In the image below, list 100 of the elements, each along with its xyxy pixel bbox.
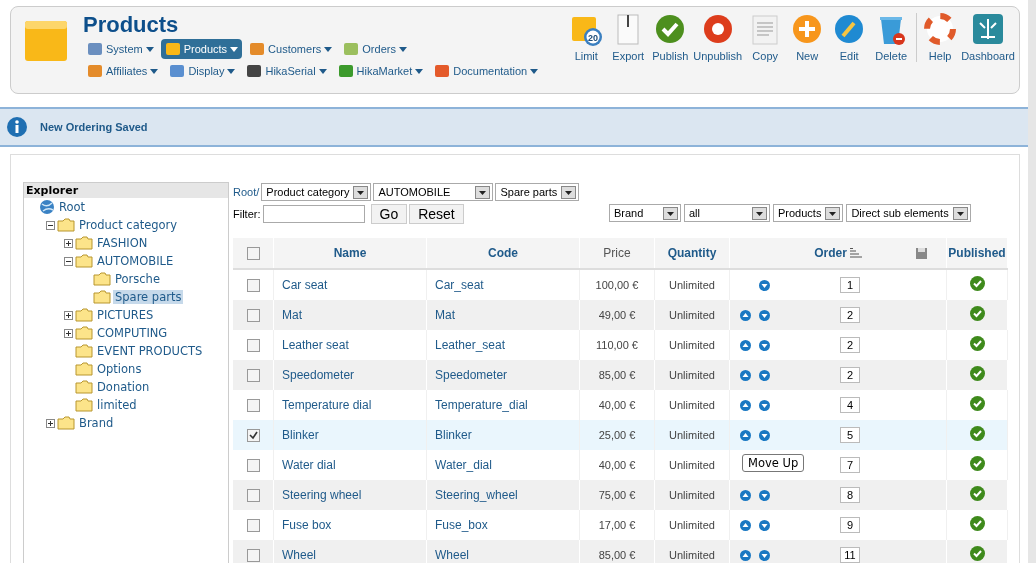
row-checkbox[interactable] — [246, 459, 260, 473]
sort-icon[interactable] — [849, 248, 862, 258]
move-up-icon[interactable] — [740, 549, 751, 561]
move-down-icon[interactable] — [759, 369, 770, 381]
column-header[interactable]: Order — [814, 246, 847, 260]
tree-item[interactable]: PICTURES — [95, 308, 156, 322]
filter-select[interactable]: all — [684, 204, 770, 222]
product-code-link[interactable]: Wheel — [435, 548, 469, 562]
toolbar-button[interactable]: Dashboard — [959, 13, 1017, 62]
product-code-link[interactable]: Car_seat — [435, 278, 484, 292]
order-input[interactable]: 8 — [840, 487, 860, 503]
category-select[interactable]: Spare parts — [495, 183, 580, 201]
tree-item[interactable]: Options — [95, 362, 144, 376]
row-checkbox[interactable] — [246, 309, 260, 323]
tree-item[interactable]: AUTOMOBILE — [95, 254, 176, 268]
move-up-icon[interactable] — [740, 519, 751, 531]
row-checkbox[interactable] — [246, 549, 260, 563]
column-header[interactable]: Name — [333, 246, 367, 260]
move-down-icon[interactable] — [759, 309, 770, 321]
checkmark-icon[interactable] — [969, 276, 985, 291]
order-input[interactable]: 4 — [840, 397, 860, 413]
filter-select[interactable]: Brand — [609, 204, 681, 222]
menu-item[interactable]: Products — [160, 39, 243, 59]
toolbar-button[interactable]: Help — [916, 13, 960, 62]
product-code-link[interactable]: Mat — [435, 308, 455, 322]
menu-item[interactable]: System — [83, 39, 158, 59]
menu-item[interactable]: HikaSerial — [242, 61, 331, 81]
breadcrumb-link[interactable]: Root/ — [233, 186, 260, 198]
move-up-icon[interactable] — [740, 429, 751, 441]
collapse-icon[interactable] — [64, 256, 73, 266]
toolbar-button[interactable]: Publish — [649, 13, 692, 62]
product-name-link[interactable]: Mat — [282, 308, 302, 322]
order-input[interactable]: 7 — [840, 457, 860, 473]
move-down-icon[interactable] — [759, 279, 770, 291]
collapse-icon[interactable] — [46, 220, 55, 230]
checkmark-icon[interactable] — [969, 306, 985, 321]
tree-item[interactable]: limited — [95, 398, 139, 412]
filter-select[interactable]: Products — [773, 204, 844, 222]
move-up-icon[interactable] — [740, 399, 751, 411]
order-input[interactable]: 2 — [840, 307, 860, 323]
product-name-link[interactable]: Blinker — [282, 428, 319, 442]
move-up-icon[interactable] — [740, 309, 751, 321]
move-up-icon[interactable] — [740, 489, 751, 501]
save-icon[interactable] — [915, 246, 928, 260]
tree-item[interactable]: FASHION — [95, 236, 150, 250]
product-code-link[interactable]: Fuse_box — [435, 518, 488, 532]
order-input[interactable]: 9 — [840, 517, 860, 533]
product-name-link[interactable]: Fuse box — [282, 518, 332, 532]
move-down-icon[interactable] — [759, 519, 770, 531]
tree-item[interactable]: Porsche — [113, 272, 162, 286]
move-down-icon[interactable] — [759, 429, 770, 441]
product-code-link[interactable]: Temperature_dial — [435, 398, 528, 412]
order-input[interactable]: 11 — [840, 547, 860, 563]
checkmark-icon[interactable] — [969, 486, 985, 501]
menu-item[interactable]: Documentation — [430, 61, 543, 81]
filter-input[interactable] — [262, 205, 365, 223]
checkmark-icon[interactable] — [969, 516, 985, 531]
tree-item[interactable]: Product category — [77, 218, 180, 232]
toolbar-button[interactable]: Delete — [870, 13, 913, 62]
row-checkbox[interactable] — [246, 279, 260, 293]
checkmark-icon[interactable] — [969, 426, 985, 441]
order-input[interactable]: 2 — [840, 367, 860, 383]
product-name-link[interactable]: Car seat — [282, 278, 328, 292]
filter-button[interactable]: Reset — [409, 204, 464, 224]
move-down-icon[interactable] — [759, 489, 770, 501]
product-name-link[interactable]: Leather seat — [282, 338, 349, 352]
product-name-link[interactable]: Water dial — [282, 458, 336, 472]
row-checkbox[interactable] — [246, 399, 260, 413]
product-name-link[interactable]: Temperature dial — [282, 398, 372, 412]
order-input[interactable]: 2 — [840, 337, 860, 353]
move-down-icon[interactable] — [759, 549, 770, 561]
tree-item[interactable]: Brand — [77, 416, 116, 430]
product-code-link[interactable]: Water_dial — [435, 458, 492, 472]
toolbar-button[interactable]: Copy — [744, 13, 787, 62]
tree-item[interactable]: COMPUTING — [95, 326, 170, 340]
product-name-link[interactable]: Wheel — [282, 548, 316, 562]
move-up-icon[interactable] — [740, 369, 751, 381]
checkmark-icon[interactable] — [969, 456, 985, 471]
tree-item[interactable]: EVENT PRODUCTS — [95, 344, 205, 358]
order-input[interactable]: 5 — [840, 427, 860, 443]
move-down-icon[interactable] — [759, 399, 770, 411]
expand-icon[interactable] — [64, 238, 73, 248]
toolbar-button[interactable]: Export — [607, 13, 650, 62]
row-checkbox[interactable] — [246, 369, 260, 383]
move-down-icon[interactable] — [759, 339, 770, 351]
expand-icon[interactable] — [64, 310, 73, 320]
toolbar-button[interactable]: Unpublish — [691, 13, 745, 62]
checkmark-icon[interactable] — [969, 396, 985, 411]
row-checkbox[interactable] — [246, 489, 260, 503]
move-up-icon[interactable] — [740, 339, 751, 351]
tree-item[interactable]: Root — [57, 200, 88, 214]
column-header[interactable]: Code — [488, 246, 518, 260]
menu-item[interactable]: Affiliates — [83, 61, 163, 81]
toolbar-button[interactable]: New — [786, 13, 829, 62]
toolbar-button[interactable]: 20 Limit — [565, 13, 608, 62]
checkmark-icon[interactable] — [969, 546, 985, 561]
row-checkbox[interactable] — [246, 429, 260, 443]
category-select[interactable]: AUTOMOBILE — [373, 183, 494, 201]
category-select[interactable]: Product category — [261, 183, 372, 201]
tree-item[interactable]: Spare parts — [113, 290, 184, 304]
